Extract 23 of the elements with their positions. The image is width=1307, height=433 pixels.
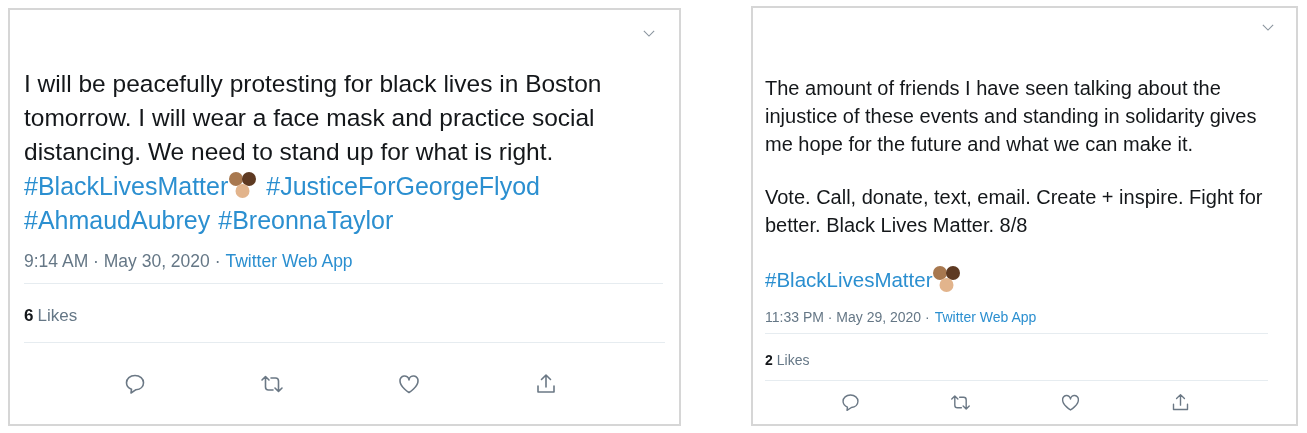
likes-count: 2: [765, 352, 773, 368]
chevron-down-icon[interactable]: [1262, 24, 1274, 31]
heart-icon[interactable]: [1060, 392, 1082, 413]
likes-label[interactable]: Likes: [37, 306, 78, 326]
source-link[interactable]: Twitter Web App: [225, 251, 353, 272]
hashtag-link[interactable]: #BlackLivesMatter: [24, 169, 229, 203]
source-link[interactable]: Twitter Web App: [934, 309, 1037, 325]
tweet-text: Vote. Call, donate, text, email. Create + inspire. Fight for better. Black Lives Matter. 8/8: [765, 185, 1264, 238]
hashtag-link[interactable]: #BreonnaTaylor: [218, 203, 394, 237]
likes-label[interactable]: Likes: [776, 352, 810, 368]
hashtag-link[interactable]: #AhmaudAubrey: [24, 203, 211, 237]
raised-fists-icon: [228, 171, 259, 201]
hashtag-link[interactable]: #JusticeForGeorgeFlyod: [266, 169, 540, 203]
tweet-text: The amount of friends I have seen talking about the injustice of these events and standing in solidarity gives me hope for the future and what we can make it.: [765, 76, 1258, 157]
reply-icon[interactable]: [839, 392, 861, 413]
hashtag-link[interactable]: #BlackLivesMatter: [765, 264, 933, 296]
tweet-timestamp: 9:14 AM · May 30, 2020 ·: [24, 251, 221, 272]
raised-fists-icon: [932, 265, 963, 295]
chevron-down-icon[interactable]: [643, 30, 655, 37]
retweet-icon[interactable]: [949, 392, 971, 413]
tweet-text: I will be peacefully protesting for black lives in Boston tomorrow. I will wear a face mask and practice social distancing. We need to stand up for what is right.: [24, 69, 603, 167]
tweet-timestamp: 11:33 PM · May 29, 2020 ·: [765, 309, 930, 325]
likes-count: 6: [24, 306, 34, 326]
